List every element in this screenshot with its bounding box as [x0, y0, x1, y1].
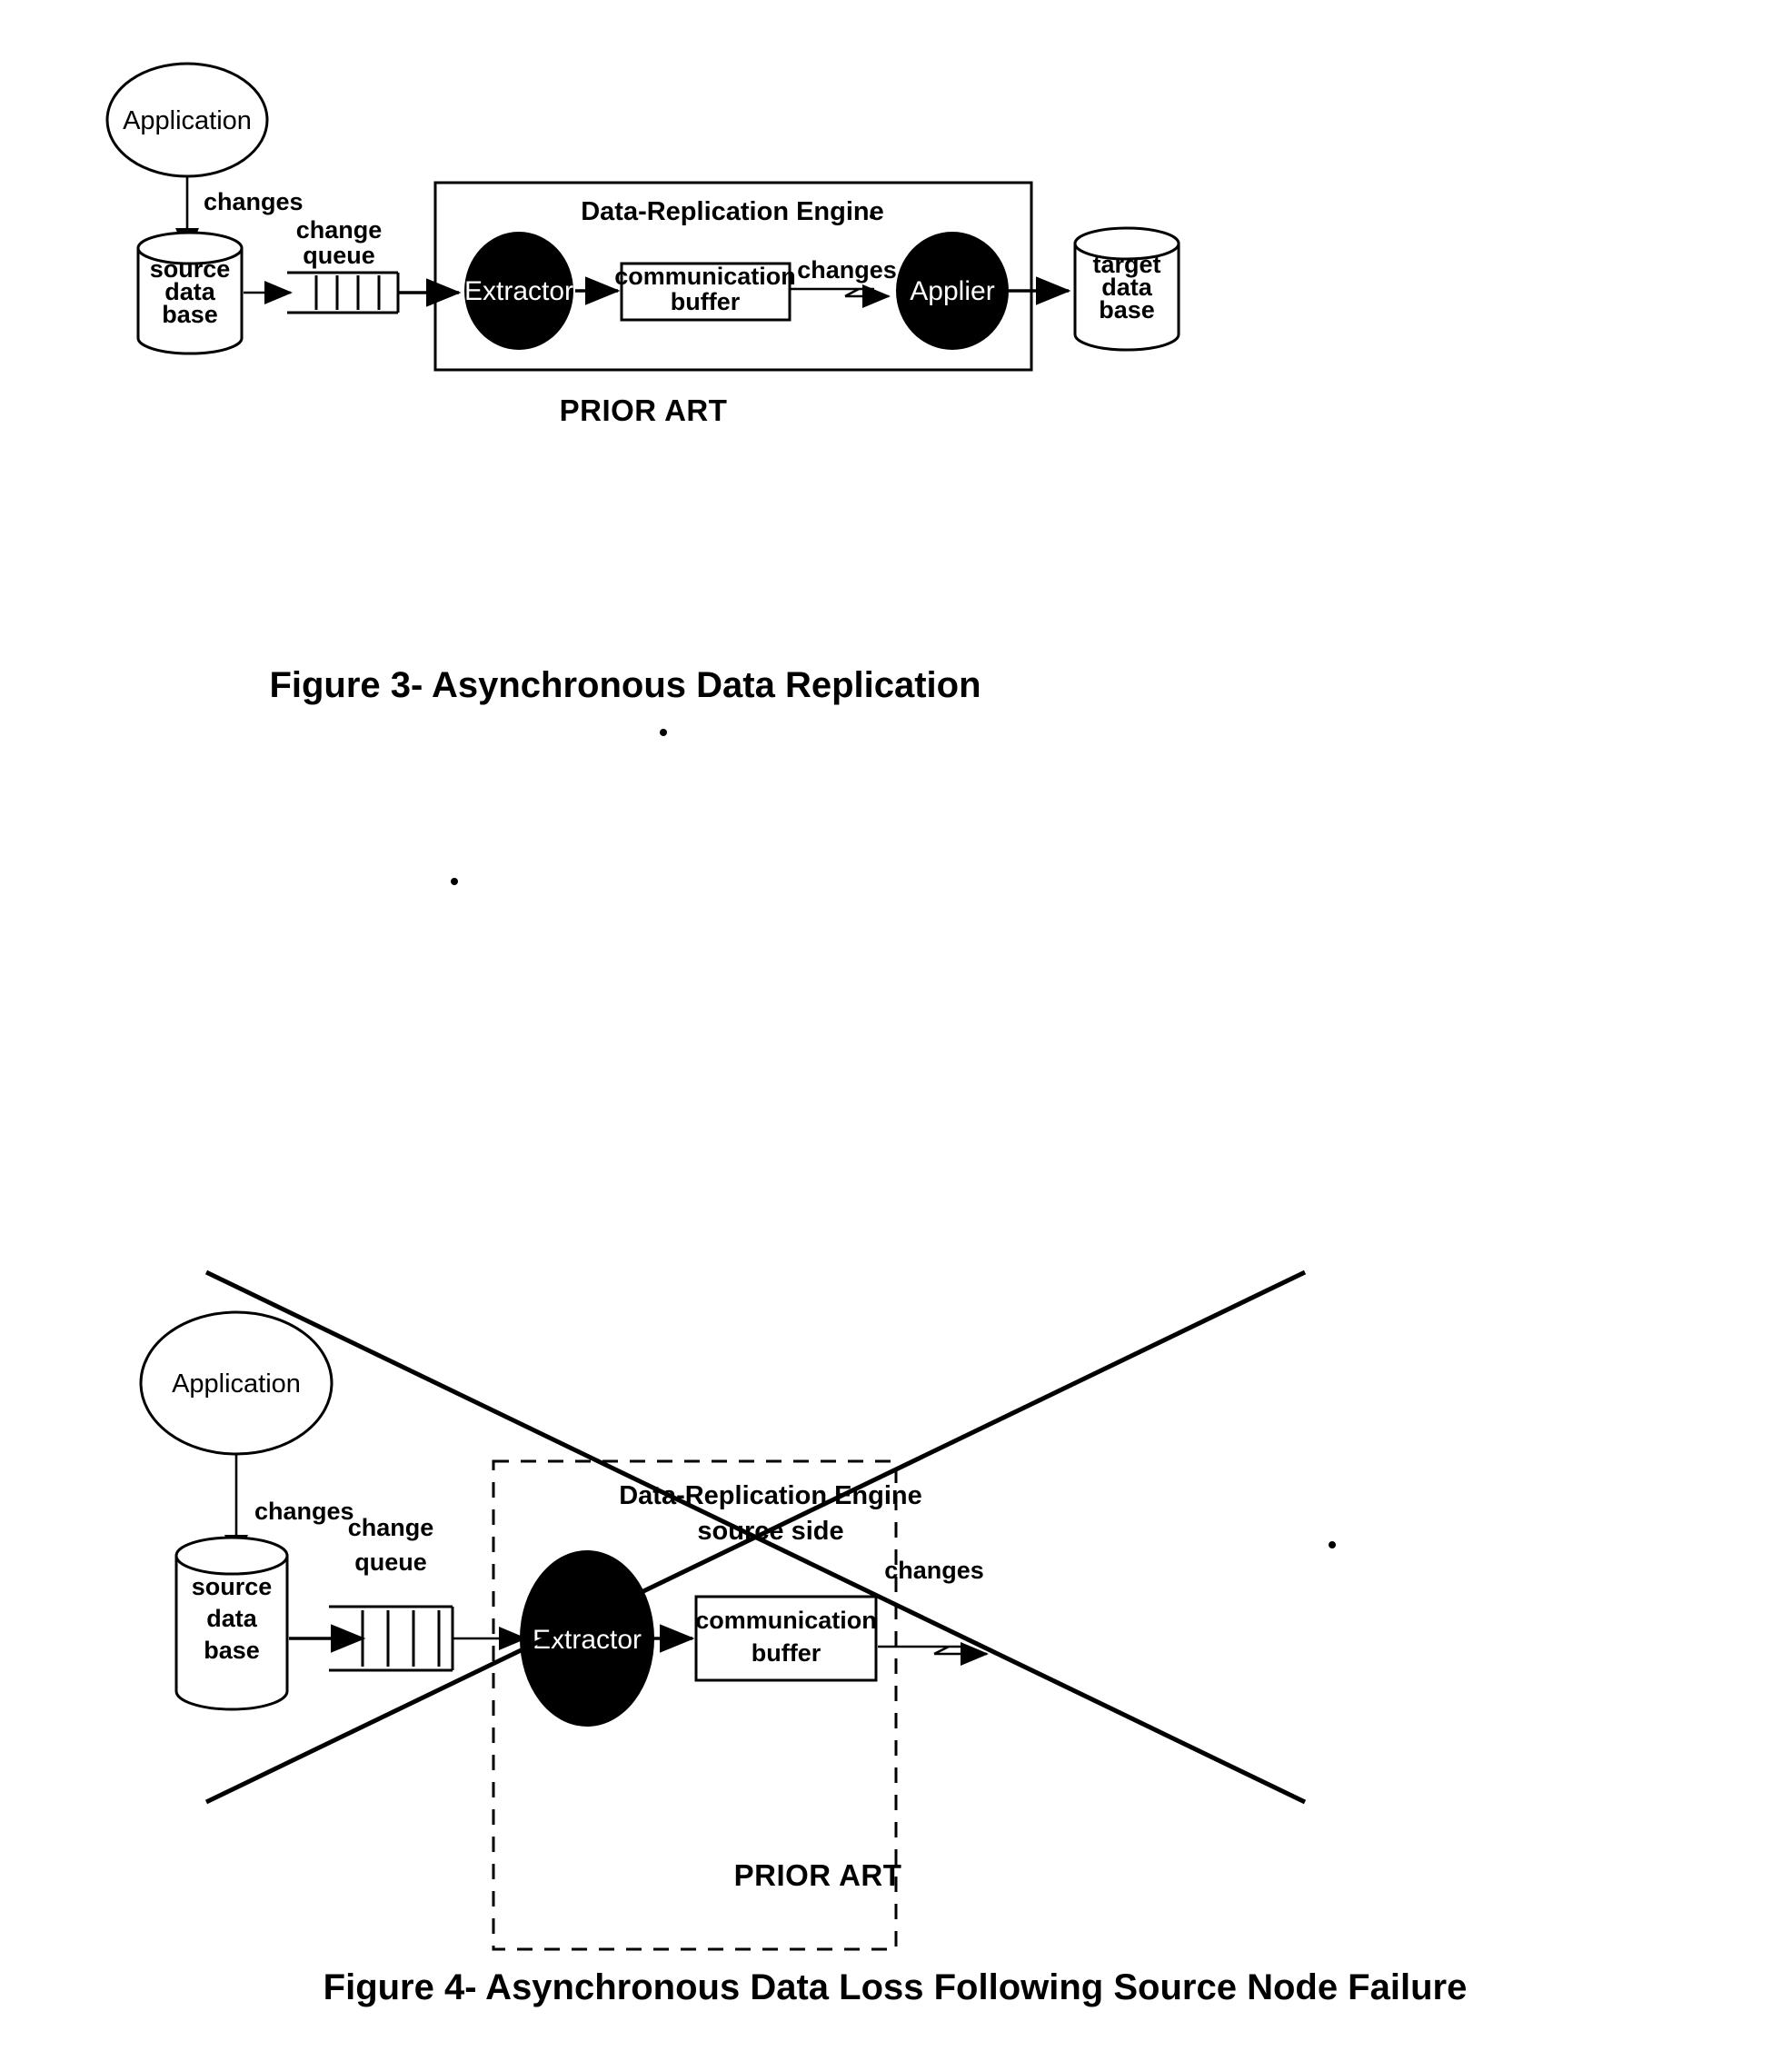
fig3-changes-label-2: changes — [797, 256, 897, 284]
fig4-comm-buffer-line1: communication — [695, 1607, 877, 1634]
figures-canvas: Application changes source data base cha… — [105, 62, 1468, 2007]
fig3-comm-buffer-line2: buffer — [671, 288, 741, 315]
fig4-source-db-line1: source — [192, 1573, 273, 1600]
fig3-caption-speck — [660, 729, 667, 736]
fig3-source-db-line3: base — [162, 301, 218, 328]
fig4-change-queue-text-1: change — [348, 1514, 434, 1541]
fig4-changes-label-2: changes — [884, 1557, 984, 1584]
fig4-extractor-label: Extractor — [533, 1625, 642, 1655]
fig3-prior-art-label: PRIOR ART — [560, 393, 728, 427]
fig4-prior-art-label: PRIOR ART — [734, 1858, 902, 1892]
patent-figure-sheet: Application changes source data base cha… — [0, 0, 1792, 2061]
fig4-source-db-line3: base — [204, 1637, 260, 1664]
fig4-application-label: Application — [172, 1369, 301, 1399]
figure-3-group: Application changes source data base cha… — [105, 62, 1180, 885]
fig3-target-db-line3: base — [1099, 296, 1155, 324]
fig3-scan-speck — [870, 214, 875, 219]
fig4-source-db-line2: data — [206, 1605, 258, 1632]
fig3-application-label: Application — [123, 106, 252, 135]
page-mid-speck — [451, 878, 458, 885]
fig3-comm-buffer-line1: communication — [614, 263, 796, 290]
fig3-extractor-label: Extractor — [464, 276, 573, 306]
fig3-change-queue-label-line2: queue — [303, 242, 375, 269]
fig3-caption: Figure 3- Asynchronous Data Replication — [269, 665, 981, 705]
fig4-engine-box-label-line1: Data-Replication Engine — [619, 1481, 922, 1510]
fig4-comm-buffer-line2: buffer — [752, 1639, 821, 1667]
fig4-scan-speck — [1329, 1541, 1336, 1548]
fig3-change-queue-box — [287, 271, 400, 314]
fig4-caption: Figure 4- Asynchronous Data Loss Followi… — [324, 1967, 1468, 2007]
fig3-change-queue-label-line1: change — [296, 216, 383, 244]
figure-4-group: Application changes source data base cha… — [139, 1269, 1468, 2007]
fig4-queue-label-svg: change queue — [348, 1514, 434, 1576]
fig4-change-queue-text-2: queue — [354, 1548, 427, 1576]
fig3-applier-label: Applier — [910, 276, 994, 306]
fig3-changes-label-1: changes — [204, 188, 304, 215]
fig3-engine-box-label: Data-Replication Engine — [581, 197, 884, 226]
